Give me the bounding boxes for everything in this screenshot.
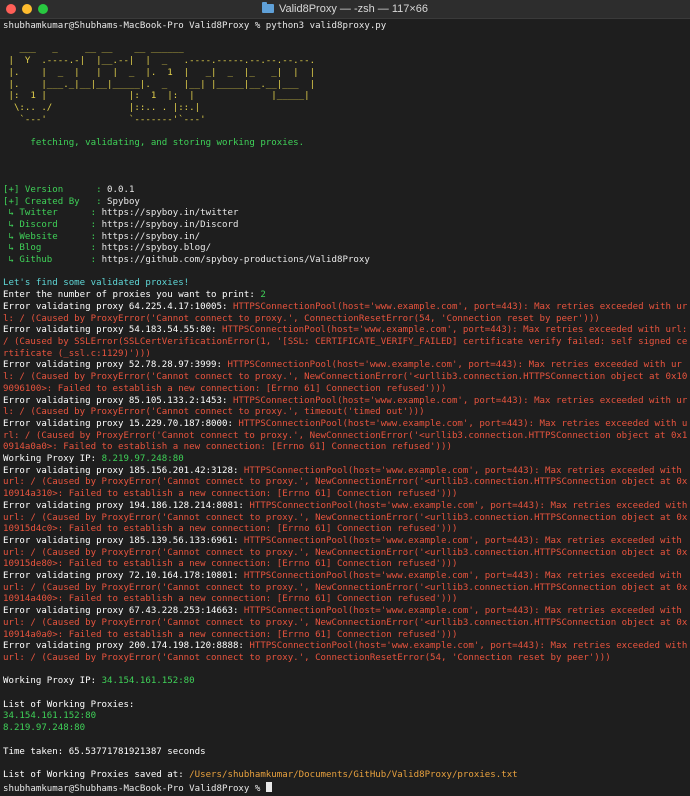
count-prompt: Enter the number of proxies you want to … xyxy=(3,290,266,301)
banner-line: |. | _ | | | _ |. 1 | _| _ |_ _| | | xyxy=(3,67,316,78)
error-entry: Error validating proxy 52.78.28.97:3999:… xyxy=(3,360,688,394)
text-cursor xyxy=(265,781,272,792)
final-prompt[interactable]: shubhamkumar@Shubhams-MacBook-Pro Valid8… xyxy=(3,781,688,796)
banner-line: |: 1 | |: 1 |: | |_____| xyxy=(3,91,310,102)
info-link-row: ↳ Discord : https://spyboy.in/Discord xyxy=(3,219,239,230)
terminal-output[interactable]: shubhamkumar@Shubhams-MacBook-Pro Valid8… xyxy=(3,21,688,796)
banner-line: \:.. ./ |::.. . |::.| xyxy=(3,102,201,113)
terminal-window: Valid8Proxy — -zsh — 117×66 shubhamkumar… xyxy=(0,0,690,796)
working-proxy-line-2: Working Proxy IP: 34.154.161.152:80 xyxy=(3,676,195,687)
info-version: [+] Version : 0.0.1 xyxy=(3,184,135,195)
info-created: [+] Created By : Spyboy xyxy=(3,196,140,207)
error-entry: Error validating proxy 185.156.201.42:31… xyxy=(3,465,688,500)
proxy-list-item: 8.219.97.248:80 xyxy=(3,723,86,734)
banner-line: |. |___._|__|__|_____|. _ |__| |_____|__… xyxy=(3,79,316,90)
info-links: ↳ Twitter : https://spyboy.in/twitter ↳ … xyxy=(3,208,688,267)
error-entry: Error validating proxy 54.183.54.55:80: … xyxy=(3,325,688,359)
tagline: fetching, validating, and storing workin… xyxy=(30,138,305,149)
proxy-list-item: 34.154.161.152:80 xyxy=(3,711,97,722)
ascii-banner: ___ _ __ __ __ ______ | Y .----.-| |__.-… xyxy=(3,44,688,126)
info-link-row: ↳ Twitter : https://spyboy.in/twitter xyxy=(3,208,239,219)
title-bar[interactable]: Valid8Proxy — -zsh — 117×66 xyxy=(0,0,690,19)
working-proxy-line: Working Proxy IP: 8.219.97.248:80 xyxy=(3,454,184,465)
error-entry: Error validating proxy 194.186.128.214:8… xyxy=(3,500,688,535)
error-entry: Error validating proxy 67.43.228.253:146… xyxy=(3,606,688,640)
command-line: shubhamkumar@Shubhams-MacBook-Pro Valid8… xyxy=(3,21,688,33)
time-taken: Time taken: 65.53771781921387 seconds xyxy=(3,746,206,757)
window-title: Valid8Proxy — -zsh — 117×66 xyxy=(0,0,690,18)
list-title: List of Working Proxies: xyxy=(3,699,135,710)
error-entry: Error validating proxy 64.225.4.17:10005… xyxy=(3,301,688,324)
error-log: Error validating proxy 64.225.4.17:10005… xyxy=(3,302,688,454)
error-entry: Error validating proxy 85.105.133.2:1453… xyxy=(3,395,688,418)
window-title-text: Valid8Proxy — -zsh — 117×66 xyxy=(278,3,429,15)
error-entry: Error validating proxy 15.229.70.187:800… xyxy=(3,418,688,453)
folder-icon xyxy=(261,2,274,13)
info-link-row: ↳ Website : https://spyboy.in/ xyxy=(3,231,201,242)
error-entry: Error validating proxy 185.139.56.133:69… xyxy=(3,535,688,570)
info-link-row: ↳ Blog : https://spyboy.blog/ xyxy=(3,243,212,254)
banner-line: ___ _ __ __ __ ______ xyxy=(3,44,184,55)
error-entry: Error validating proxy 200.174.198.120:8… xyxy=(3,641,688,663)
prompt-text: shubhamkumar@Shubhams-MacBook-Pro Valid8… xyxy=(3,21,266,31)
error-log-2: Error validating proxy 185.156.201.42:31… xyxy=(3,466,688,665)
proxy-list: 34.154.161.152:80 8.219.97.248:80 xyxy=(3,711,688,734)
banner-line: `---' `-------'`---' xyxy=(3,114,206,125)
saved-line: List of Working Proxies saved at: /Users… xyxy=(3,770,518,780)
intro-text: Let's find some validated proxies! xyxy=(3,278,190,289)
error-entry: Error validating proxy 72.10.164.178:108… xyxy=(3,571,688,605)
banner-line: | Y .----.-| |__.--| | _ .----.-----.--.… xyxy=(3,56,316,67)
command-text: python3 valid8proxy.py xyxy=(265,21,387,31)
info-link-row: ↳ Github : https://github.com/spyboy-pro… xyxy=(3,255,370,266)
